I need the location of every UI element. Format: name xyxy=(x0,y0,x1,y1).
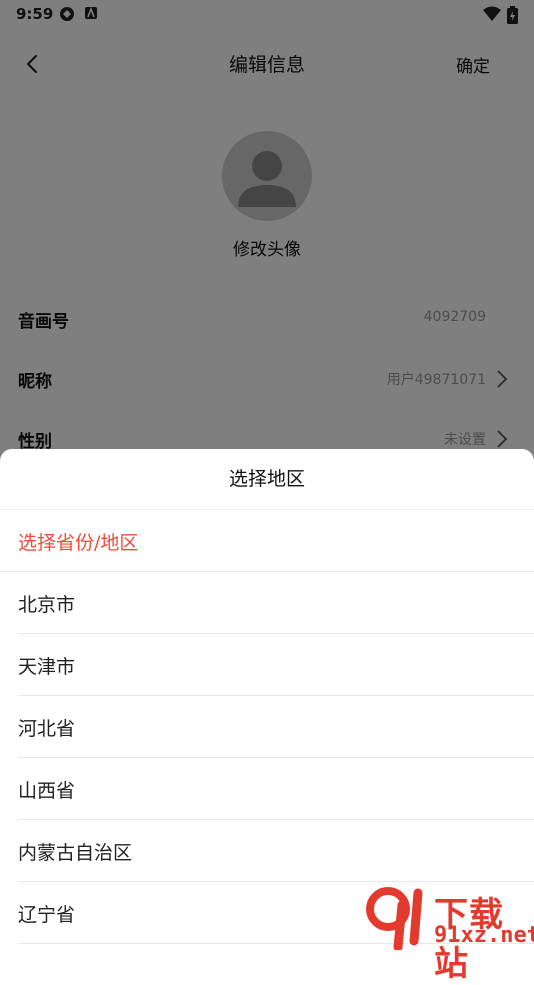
region-prompt-tab[interactable]: 选择省份/地区 xyxy=(0,510,534,572)
watermark-logo-icon xyxy=(366,887,423,950)
watermark: 下载站 91xz.net xyxy=(362,885,534,984)
region-label: 内蒙古自治区 xyxy=(18,842,133,864)
region-label: 天津市 xyxy=(18,656,76,678)
region-item-tianjin[interactable]: 天津市 xyxy=(0,634,534,696)
region-label: 河北省 xyxy=(18,718,76,740)
region-label: 山西省 xyxy=(18,780,76,802)
watermark-url: 91xz.net xyxy=(434,923,534,948)
region-item-shanxi[interactable]: 山西省 xyxy=(0,758,534,820)
region-item-hebei[interactable]: 河北省 xyxy=(0,696,534,758)
sheet-title: 选择地区 xyxy=(0,449,534,510)
edit-profile-page: 9:59 编辑信息 确定 修改头像 音 xyxy=(0,0,534,984)
region-prompt-label: 选择省份/地区 xyxy=(18,532,139,554)
region-picker-sheet: 选择地区 选择省份/地区 北京市 天津市 河北省 山西省 内蒙古自治区 辽宁省 xyxy=(0,449,534,950)
region-item-inner-mongolia[interactable]: 内蒙古自治区 xyxy=(0,820,534,882)
region-item-beijing[interactable]: 北京市 xyxy=(0,572,534,634)
region-label: 北京市 xyxy=(18,594,76,616)
region-label: 辽宁省 xyxy=(18,904,76,926)
